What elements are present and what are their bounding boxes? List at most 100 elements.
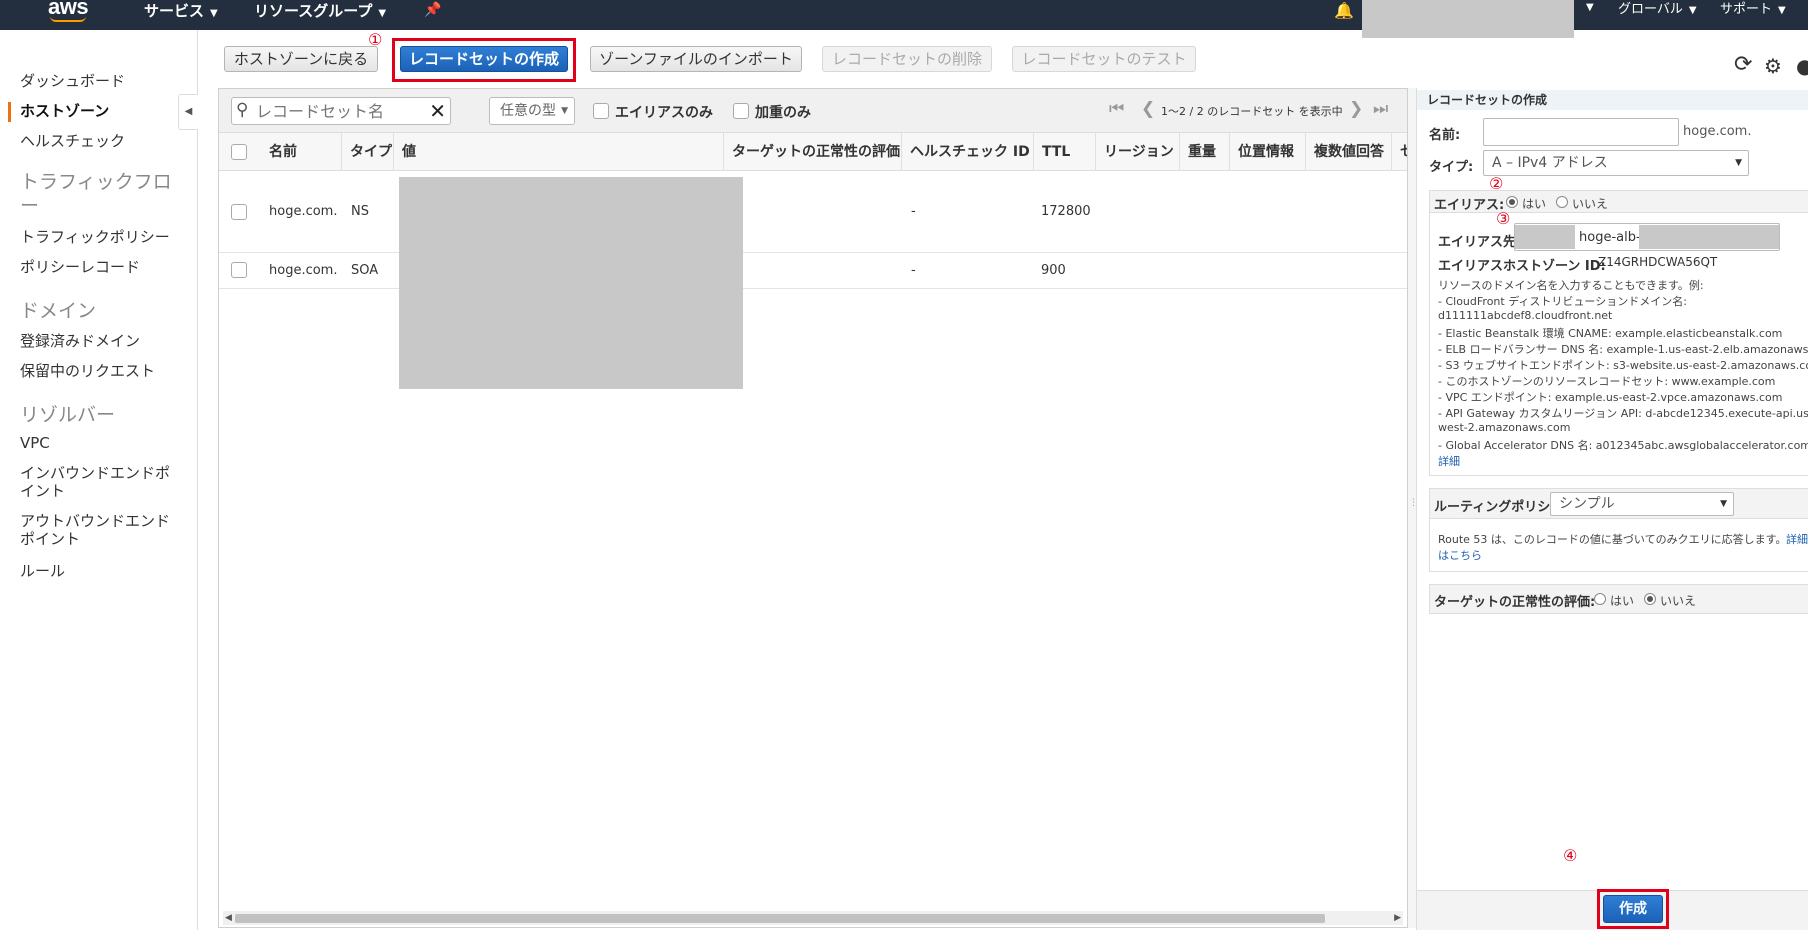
sidebar-item-dashboard[interactable]: ダッシュボード — [20, 70, 125, 91]
scroll-right-icon[interactable]: ▶ — [1394, 911, 1401, 925]
table-row[interactable]: hoge.com. SOA - 900 — [219, 253, 1407, 289]
gear-icon[interactable]: ⚙ — [1764, 54, 1782, 78]
routing-policy-description: Route 53 は、このレコードの値に基づいてのみクエリに応答します。 — [1438, 533, 1787, 546]
col-multivalue-answer[interactable]: 複数値回答 — [1305, 133, 1384, 171]
alias-yes-label: はい — [1522, 197, 1547, 211]
sidebar-item-inbound-endpoints[interactable]: インバウンドエンドポイント — [20, 464, 180, 500]
routing-policy-section: ルーティングポリシー: シンプル ▼ Route 53 は、このレコードの値に基… — [1429, 488, 1808, 572]
alias-hosted-zone-label: エイリアスホストゾーン ID: — [1438, 259, 1606, 274]
row-type: SOA — [351, 263, 379, 278]
import-zone-file-button[interactable]: ゾーンファイルのインポート — [590, 46, 802, 72]
alias-no-radio[interactable] — [1556, 196, 1568, 208]
alias-no-label: いいえ — [1572, 197, 1609, 211]
health-eval-no-radio[interactable] — [1644, 593, 1656, 605]
sidebar-item-health-checks[interactable]: ヘルスチェック — [20, 130, 125, 151]
type-select[interactable]: A – IPv4 アドレス ▼ — [1483, 150, 1749, 176]
last-page-icon[interactable]: ⏭ — [1373, 99, 1388, 119]
region-menu-label: グローバル — [1618, 2, 1683, 17]
col-truncated[interactable]: セ — [1391, 133, 1407, 171]
help-line: - CloudFront ディストリビューションドメイン名: — [1438, 295, 1687, 308]
chevron-down-icon: ▼ — [1735, 158, 1742, 168]
sidebar-item-traffic-policies[interactable]: トラフィックポリシー — [20, 226, 170, 247]
sidebar-item-rules[interactable]: ルール — [20, 560, 65, 581]
select-all-checkbox[interactable] — [231, 144, 247, 160]
redacted-alias-suffix — [1639, 225, 1779, 249]
row-ttl: 900 — [1041, 263, 1066, 278]
weighted-only-checkbox[interactable] — [733, 103, 749, 119]
sidebar-item-vpc[interactable]: VPC — [20, 434, 50, 452]
alias-only-checkbox[interactable] — [593, 103, 609, 119]
back-to-hosted-zones-button[interactable]: ホストゾーンに戻る — [224, 46, 378, 72]
create-record-set-button[interactable]: レコードセットの作成 — [400, 46, 568, 72]
col-ttl[interactable]: TTL — [1033, 133, 1070, 171]
next-page-icon[interactable]: ❯ — [1349, 99, 1363, 119]
row-checkbox[interactable] — [231, 204, 247, 220]
support-menu[interactable]: サポート ▼ — [1720, 0, 1786, 30]
help-icon[interactable]: ● — [1796, 54, 1808, 78]
delete-record-set-button[interactable]: レコードセットの削除 — [822, 46, 992, 72]
col-weight[interactable]: 重量 — [1179, 133, 1216, 171]
first-page-icon[interactable]: ⏮ — [1109, 99, 1124, 119]
col-value[interactable]: 値 — [393, 133, 416, 171]
routing-policy-learn-link[interactable]: はこちら — [1438, 547, 1482, 563]
record-set-search[interactable]: ⚲ ✕ — [231, 97, 451, 125]
sidebar-item-hosted-zones[interactable]: ホストゾーン — [20, 100, 109, 121]
support-menu-label: サポート — [1720, 2, 1773, 17]
alias-target-input[interactable]: hoge-alb- — [1514, 223, 1780, 251]
routing-policy-more-link[interactable]: 詳細 — [1786, 531, 1808, 547]
create-submit-button[interactable]: 作成 — [1603, 895, 1663, 923]
left-sidebar: ダッシュボード ホストゾーン ヘルスチェック トラフィックフロー トラフィックポ… — [0, 30, 198, 930]
routing-policy-select[interactable]: シンプル ▼ — [1550, 492, 1734, 516]
col-type[interactable]: タイプ — [341, 133, 392, 171]
sidebar-item-policy-records[interactable]: ポリシーレコード — [20, 256, 140, 277]
help-line: west-2.amazonaws.com — [1438, 421, 1571, 434]
help-line: - このホストゾーンのリソースレコードセット: www.example.com — [1438, 375, 1776, 388]
col-health-check-id[interactable]: ヘルスチェック ID — [901, 133, 1030, 171]
alias-target-label: エイリアス先: — [1438, 235, 1522, 250]
record-sets-panel: ⚲ ✕ 任意の型 ▼ エイリアスのみ 加重のみ ⏮ ❮ 1〜2 / 2 のレコー… — [218, 88, 1408, 928]
row-ttl: 172800 — [1041, 204, 1091, 219]
col-name[interactable]: 名前 — [261, 133, 297, 171]
health-eval-yes-label: はい — [1610, 594, 1635, 608]
row-health-check: - — [911, 263, 916, 278]
close-icon[interactable]: ✕ — [429, 99, 446, 123]
table-row[interactable]: hoge.com. NS - 172800 — [219, 171, 1407, 253]
services-menu[interactable]: サービス ▼ — [144, 0, 218, 30]
help-line: - Elastic Beanstalk 環境 CNAME: example.el… — [1438, 327, 1783, 340]
type-filter-select[interactable]: 任意の型 ▼ — [489, 97, 575, 125]
sidebar-item-pending-requests[interactable]: 保留中のリクエスト — [20, 360, 155, 381]
pager-status: 1〜2 / 2 のレコードセット を表示中 — [1161, 105, 1343, 118]
help-line: - S3 ウェブサイトエンドポイント: s3-website.us-east-2… — [1438, 359, 1808, 372]
test-record-set-button[interactable]: レコードセットのテスト — [1012, 46, 1196, 72]
sidebar-collapse-button[interactable]: ◀ — [178, 94, 198, 130]
account-menu-redacted[interactable] — [1362, 0, 1574, 38]
row-checkbox[interactable] — [231, 262, 247, 278]
col-evaluate-target-health[interactable]: ターゲットの正常性の評価 — [723, 133, 900, 171]
col-geolocation[interactable]: 位置情報 — [1229, 133, 1294, 171]
chevron-down-icon: ▼ — [1778, 5, 1786, 16]
scroll-left-icon[interactable]: ◀ — [225, 911, 232, 925]
sidebar-item-registered-domains[interactable]: 登録済みドメイン — [20, 330, 140, 351]
scrollbar-thumb[interactable] — [235, 914, 1325, 923]
horizontal-scrollbar[interactable]: ◀ ▶ — [223, 911, 1403, 925]
resource-groups-menu[interactable]: リソースグループ ▼ — [254, 0, 386, 30]
panel-splitter[interactable]: ⋮ — [1408, 88, 1418, 928]
health-eval-yes-radio[interactable] — [1594, 593, 1606, 605]
alias-yes-radio[interactable] — [1506, 196, 1518, 208]
help-line: リソースのドメイン名を入力することもできます。例: — [1438, 279, 1704, 292]
col-region[interactable]: リージョン — [1095, 133, 1174, 171]
help-more-link[interactable]: 詳細 — [1438, 453, 1460, 469]
row-name: hoge.com. — [269, 263, 338, 278]
chevron-down-icon[interactable]: ▼ — [1586, 2, 1594, 13]
region-menu[interactable]: グローバル ▼ — [1618, 0, 1697, 30]
prev-page-icon[interactable]: ❮ — [1141, 99, 1155, 119]
search-input[interactable] — [256, 100, 424, 122]
sidebar-item-outbound-endpoints[interactable]: アウトバウンドエンドポイント — [20, 512, 180, 548]
annotation-3: ③ — [1496, 209, 1511, 228]
pin-icon[interactable]: 📌 — [424, 2, 441, 18]
services-menu-label: サービス — [144, 2, 205, 20]
row-health-check: - — [911, 204, 916, 219]
refresh-icon[interactable]: ⟳ — [1734, 52, 1752, 77]
bell-icon[interactable]: 🔔 — [1334, 1, 1354, 20]
name-input[interactable] — [1483, 118, 1679, 146]
